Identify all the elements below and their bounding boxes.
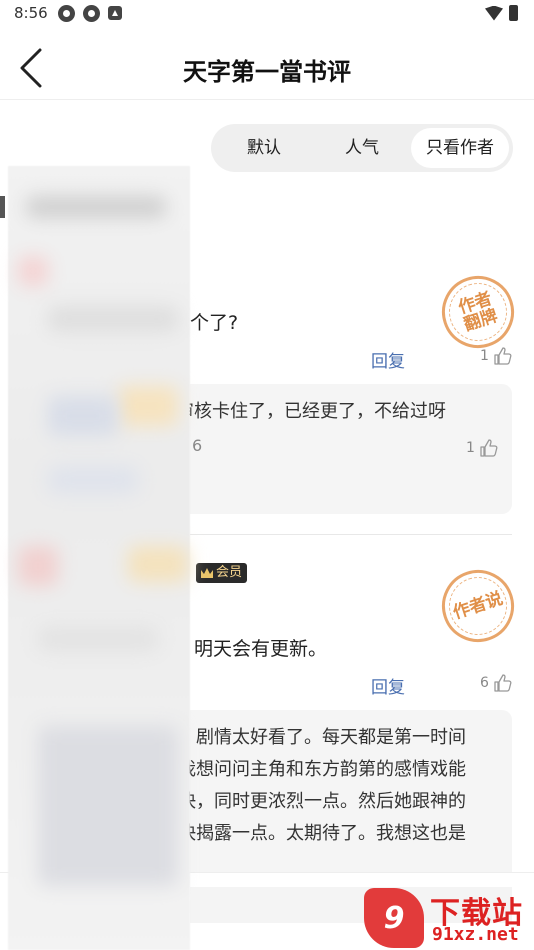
- author-flip-stamp: 作者 翻牌: [432, 266, 524, 358]
- sort-filter-group: 默认 人气 只看作者: [211, 124, 513, 172]
- notification-icons: [58, 5, 122, 22]
- reply-text: 审核卡住了，已经更了，不给过呀: [176, 401, 446, 422]
- reply-line: 快，同时更浓烈一点。然后她跟神的: [178, 791, 466, 812]
- app-notification-icon: [83, 5, 100, 22]
- tab-author-only[interactable]: 只看作者: [411, 128, 509, 168]
- author-says-stamp: 作者说: [432, 560, 524, 652]
- app-notification-icon: [58, 5, 75, 22]
- site-watermark: 9 下载站 91xz.net: [364, 888, 534, 950]
- watermark-url: 91xz.net: [432, 924, 519, 945]
- thumbs-up-icon: [494, 347, 512, 365]
- reply-line: 我想问问主角和东方韵第的感情戏能: [178, 759, 466, 780]
- reply-line: 快揭露一点。太期待了。我想这也是: [178, 823, 466, 844]
- like-count: 1: [480, 348, 489, 364]
- like-button[interactable]: 1: [480, 346, 513, 366]
- thumbs-up-icon: [480, 439, 498, 457]
- divider: [190, 534, 512, 535]
- wifi-icon: [485, 5, 503, 21]
- tab-popular[interactable]: 人气: [313, 128, 411, 168]
- text-notification-icon: [108, 6, 122, 20]
- vip-badge: 会员: [196, 563, 248, 583]
- watermark-logo: 9: [364, 888, 424, 948]
- author-reply-box: 审核卡住了，已经更了，不给过呀 6 1: [176, 384, 512, 514]
- status-time: 8:56: [14, 4, 48, 22]
- comment-text: 个了?: [190, 312, 239, 334]
- thumbs-up-icon: [494, 674, 512, 692]
- battery-icon: [509, 5, 518, 21]
- reply-like-button[interactable]: 1: [466, 438, 499, 458]
- tab-default[interactable]: 默认: [215, 128, 313, 168]
- header: 天字第一當书评: [0, 36, 534, 100]
- scroll-indicator: [0, 196, 5, 218]
- reply-meta: 6: [192, 436, 203, 455]
- like-count: 1: [466, 440, 475, 456]
- page-title: 天字第一當书评: [183, 58, 351, 86]
- reply-line: 剧情太好看了。每天都是第一时间: [196, 727, 466, 748]
- status-bar: 8:56: [0, 0, 534, 28]
- crown-icon: [201, 568, 213, 578]
- like-button[interactable]: 6: [480, 673, 513, 693]
- system-icons: [485, 5, 518, 21]
- author-reply-box: 剧情太好看了。每天都是第一时间 我想问问主角和东方韵第的感情戏能 快，同时更浓烈…: [178, 710, 512, 890]
- comment-text: 明天会有更新。: [194, 638, 328, 660]
- reply-button[interactable]: 回复: [371, 347, 405, 372]
- reply-button[interactable]: 回复: [371, 673, 405, 698]
- like-count: 6: [480, 675, 489, 691]
- vip-badge-label: 会员: [216, 565, 243, 580]
- blurred-user-region: [8, 166, 190, 950]
